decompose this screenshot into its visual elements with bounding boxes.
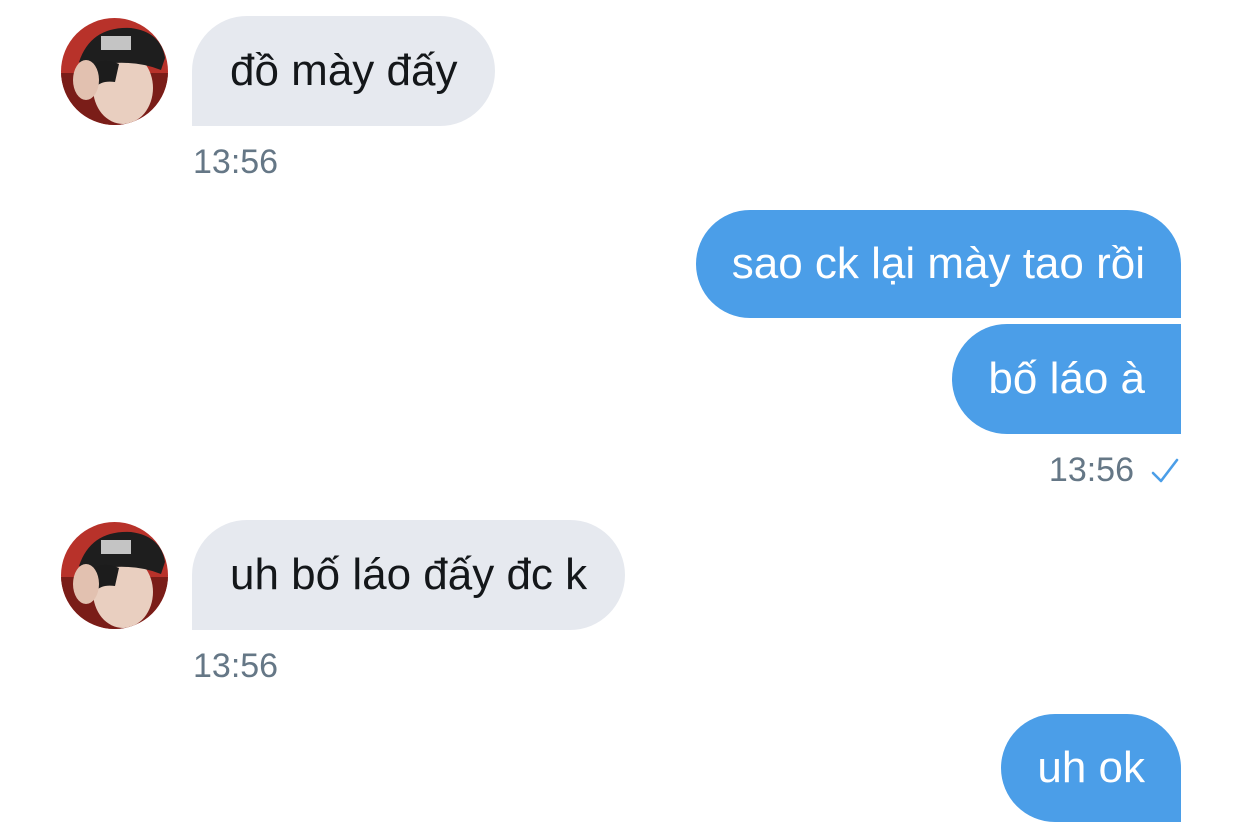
sender-avatar[interactable] bbox=[61, 18, 168, 125]
message-text: bố láo à bbox=[988, 354, 1145, 403]
message-timestamp: 13:56 bbox=[1048, 451, 1134, 489]
avatar-photo-icon bbox=[61, 18, 168, 125]
message-text: đồ mày đấy bbox=[230, 46, 458, 95]
outgoing-message-bubble[interactable]: uh ok bbox=[1001, 714, 1181, 822]
message-timestamp: 13:56 bbox=[193, 647, 279, 685]
incoming-message-bubble[interactable]: uh bố láo đấy đc k bbox=[192, 520, 626, 630]
outgoing-message-bubble[interactable]: sao ck lại mày tao rồi bbox=[695, 210, 1181, 318]
message-text: uh bố láo đấy đc k bbox=[230, 550, 588, 599]
outgoing-message-bubble[interactable]: bố láo à bbox=[952, 324, 1181, 434]
message-timestamp: 13:56 bbox=[193, 143, 279, 181]
message-text: uh ok bbox=[1037, 743, 1145, 792]
sender-avatar[interactable] bbox=[61, 522, 168, 629]
checkmark-icon bbox=[1151, 458, 1179, 483]
avatar-photo-icon bbox=[61, 522, 168, 629]
message-text: sao ck lại mày tao rồi bbox=[731, 239, 1145, 288]
incoming-message-bubble[interactable]: đồ mày đấy bbox=[192, 16, 496, 126]
